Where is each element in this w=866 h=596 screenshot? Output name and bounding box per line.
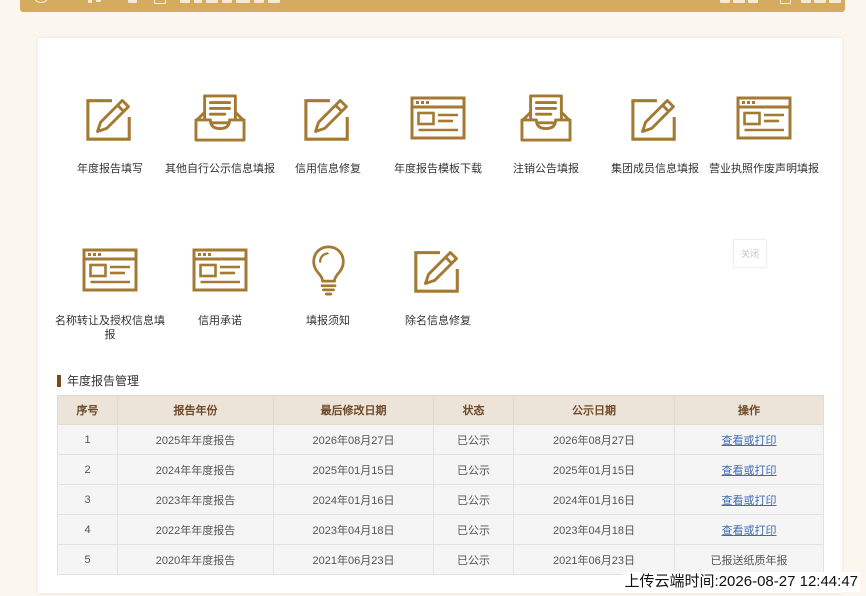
menu-item-label: 填报须知	[306, 315, 350, 327]
cell-report-year: 2020年年度报告	[117, 544, 274, 575]
cell-last-modified: 2025年01月15日	[273, 454, 434, 485]
cell-last-modified: 2021年06月23日	[273, 544, 434, 575]
column-header-publish-date: 公示日期	[513, 395, 675, 425]
cell-publish-date: 2026年08月27日	[513, 424, 675, 455]
section-title-text: 年度报告管理	[67, 374, 140, 388]
menu-item-annual-report-fill[interactable]: 年度报告填写	[53, 90, 167, 176]
cell-last-modified: 2023年04月18日	[273, 514, 434, 545]
menu-item-removal-repair[interactable]: 除名信息修复	[381, 242, 495, 328]
menu-item-license-void-statement[interactable]: 营业执照作废声明填报	[707, 90, 821, 176]
cell-status: 已公示	[433, 454, 514, 485]
table-row: 1 2025年年度报告 2026年08月27日 已公示 2026年08月27日 …	[57, 424, 824, 455]
annual-report-table: 序号 报告年份 最后修改日期 状态 公示日期 操作 1 2025年年度报告 20…	[57, 395, 824, 575]
menu-item-label: 其他自行公示信息填报	[165, 163, 275, 175]
cell-last-modified: 2026年08月27日	[273, 424, 434, 455]
menu-item-other-disclosure[interactable]: 其他自行公示信息填报	[163, 90, 277, 176]
menu-item-label: 除名信息修复	[405, 315, 471, 327]
cell-action: 查看或打印	[674, 484, 824, 515]
lightbulb-icon	[271, 242, 385, 298]
table-row: 3 2023年年度报告 2024年01月16日 已公示 2024年01月16日 …	[57, 484, 824, 515]
cell-publish-date: 2024年01月16日	[513, 484, 675, 515]
column-header-status: 状态	[433, 395, 514, 425]
cell-action: 查看或打印	[674, 424, 824, 455]
menu-item-label: 年度报告填写	[77, 163, 143, 175]
cell-index: 1	[57, 424, 118, 455]
table-header-row: 序号 报告年份 最后修改日期 状态 公示日期 操作	[57, 395, 824, 425]
cell-status: 已公示	[433, 514, 514, 545]
column-header-report-year: 报告年份	[117, 395, 274, 425]
upload-timestamp: 上传云端时间:2026-08-27 12:44:47	[622, 572, 860, 592]
menu-item-label: 信用信息修复	[295, 163, 361, 175]
window-form-icon	[53, 242, 167, 298]
cell-action: 查看或打印	[674, 514, 824, 545]
menu-item-deregistration-notice[interactable]: 注销公告填报	[489, 90, 603, 176]
column-header-index: 序号	[57, 395, 118, 425]
edit-icon	[381, 242, 495, 298]
menu-item-label: 注销公告填报	[513, 163, 579, 175]
window-form-icon	[163, 242, 277, 298]
inbox-tray-icon	[163, 90, 277, 146]
cell-publish-date: 2025年01月15日	[513, 454, 675, 485]
cell-report-year: 2022年年度报告	[117, 514, 274, 545]
menu-item-filing-instructions[interactable]: 填报须知	[271, 242, 385, 328]
menu-item-label: 信用承诺	[198, 315, 242, 327]
paper-report-status: 已报送纸质年报	[710, 554, 788, 567]
cell-status: 已公示	[433, 424, 514, 455]
edit-icon	[53, 90, 167, 146]
view-print-link[interactable]: 查看或打印	[722, 435, 777, 447]
cell-index: 3	[57, 484, 118, 515]
cell-action: 查看或打印	[674, 454, 824, 485]
menu-item-name-transfer[interactable]: 名称转让及授权信息填报	[53, 242, 167, 342]
view-print-link[interactable]: 查看或打印	[722, 465, 777, 477]
cell-report-year: 2024年年度报告	[117, 454, 274, 485]
close-button[interactable]: 关闭	[733, 239, 767, 268]
table-row: 5 2020年年度报告 2021年06月23日 已公示 2021年06月23日 …	[57, 544, 824, 575]
menu-item-template-download[interactable]: 年度报告模板下载	[381, 90, 495, 176]
cell-status: 已公示	[433, 544, 514, 575]
cell-action: 已报送纸质年报	[674, 544, 824, 575]
table-row: 4 2022年年度报告 2023年04月18日 已公示 2023年04月18日 …	[57, 514, 824, 545]
inbox-tray-icon	[489, 90, 603, 146]
view-print-link[interactable]: 查看或打印	[722, 495, 777, 507]
cell-status: 已公示	[433, 484, 514, 515]
cell-publish-date: 2023年04月18日	[513, 514, 675, 545]
menu-item-credit-repair[interactable]: 信用信息修复	[271, 90, 385, 176]
cell-report-year: 2025年年度报告	[117, 424, 274, 455]
menu-item-group-members[interactable]: 集团成员信息填报	[598, 90, 712, 176]
cell-publish-date: 2021年06月23日	[513, 544, 675, 575]
view-print-link[interactable]: 查看或打印	[722, 525, 777, 537]
window-form-icon	[707, 90, 821, 146]
cell-index: 2	[57, 454, 118, 485]
section-title: 年度报告管理	[57, 374, 139, 388]
menu-item-credit-commitment[interactable]: 信用承诺	[163, 242, 277, 328]
column-header-last-modified: 最后修改日期	[273, 395, 434, 425]
menu-item-label: 营业执照作废声明填报	[709, 163, 819, 175]
main-panel: 年度报告填写 其他自行公示信息填报 信用信息修复 年度报告模板下载 注销公告填报…	[38, 38, 842, 593]
cell-report-year: 2023年年度报告	[117, 484, 274, 515]
cell-last-modified: 2024年01月16日	[273, 484, 434, 515]
cell-index: 4	[57, 514, 118, 545]
section-title-marker	[57, 375, 61, 387]
table-row: 2 2024年年度报告 2025年01月15日 已公示 2025年01月15日 …	[57, 454, 824, 485]
edit-icon	[271, 90, 385, 146]
top-nav-bar	[20, 0, 845, 12]
menu-item-label: 集团成员信息填报	[611, 163, 699, 175]
window-form-icon	[381, 90, 495, 146]
menu-item-label: 名称转让及授权信息填报	[55, 315, 165, 341]
edit-icon	[598, 90, 712, 146]
column-header-action: 操作	[674, 395, 824, 425]
menu-item-label: 年度报告模板下载	[394, 163, 482, 175]
cell-index: 5	[57, 544, 118, 575]
